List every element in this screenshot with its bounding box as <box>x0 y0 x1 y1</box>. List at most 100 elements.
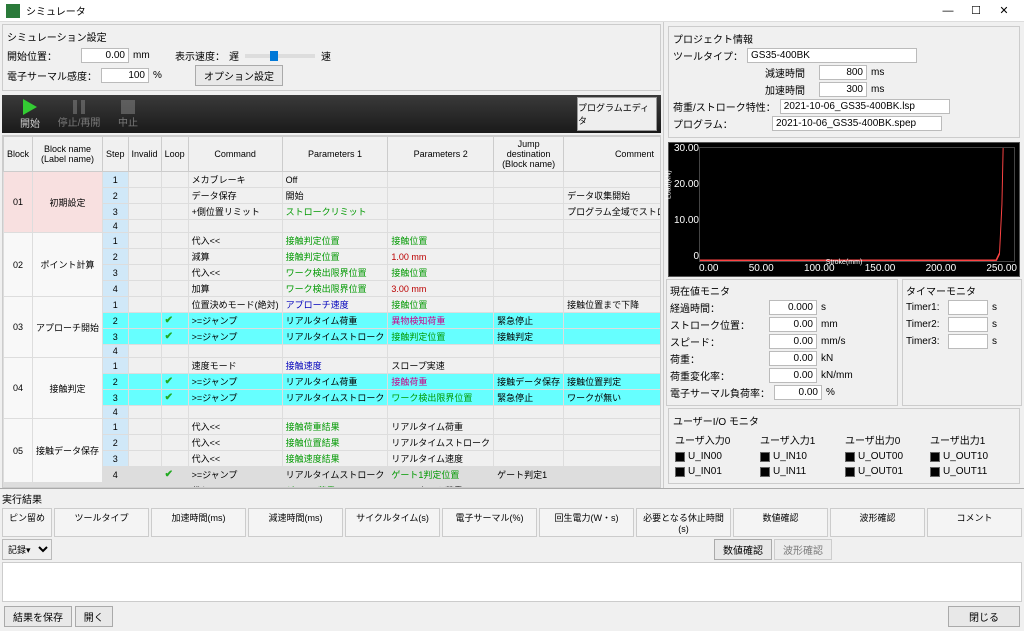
grid-cell[interactable]: >=ジャンプ <box>188 313 282 329</box>
grid-cell[interactable] <box>128 467 161 483</box>
grid-cell[interactable] <box>564 281 661 297</box>
program-editor-button[interactable]: プログラムエディタ <box>577 97 657 131</box>
num-check-button[interactable]: 数値確認 <box>714 539 772 560</box>
grid-cell[interactable]: 緊急停止 <box>494 390 564 406</box>
grid-cell[interactable] <box>494 188 564 204</box>
grid-cell[interactable]: リアルタイムストローク <box>282 390 388 406</box>
grid-cell[interactable] <box>494 265 564 281</box>
decel-input[interactable] <box>819 65 867 80</box>
grid-cell[interactable]: 2 <box>103 249 129 265</box>
grid-cell[interactable] <box>564 435 661 451</box>
grid-cell[interactable]: ワーク検出限界位置 <box>282 265 388 281</box>
grid-cell[interactable]: >=ジャンプ <box>188 374 282 390</box>
grid-cell[interactable]: ✔ <box>161 329 188 345</box>
grid-cell[interactable] <box>564 345 661 358</box>
grid-cell[interactable] <box>128 281 161 297</box>
grid-cell[interactable]: データ収集開始 <box>564 188 661 204</box>
grid-cell[interactable] <box>188 345 282 358</box>
program-grid[interactable]: BlockBlock name (Label name)StepInvalidL… <box>2 135 661 488</box>
grid-cell[interactable]: 3 <box>103 265 129 281</box>
grid-cell[interactable]: 1 <box>103 483 129 489</box>
grid-cell[interactable]: 接触位置結果 <box>282 435 388 451</box>
grid-cell[interactable] <box>128 435 161 451</box>
grid-cell[interactable]: 代入<< <box>188 435 282 451</box>
grid-cell[interactable] <box>161 451 188 467</box>
grid-cell[interactable] <box>564 358 661 374</box>
grid-cell[interactable]: 接触位置まで下降 <box>564 297 661 313</box>
grid-cell[interactable]: 接触速度結果 <box>282 451 388 467</box>
grid-cell[interactable] <box>128 390 161 406</box>
grid-cell[interactable] <box>128 220 161 233</box>
grid-cell[interactable]: リアルタイムストローク <box>282 329 388 345</box>
grid-cell[interactable] <box>128 233 161 249</box>
grid-cell[interactable]: 2 <box>103 374 129 390</box>
grid-cell[interactable]: ワークが無い <box>564 390 661 406</box>
grid-cell[interactable]: ゲート判定1 <box>494 467 564 483</box>
grid-cell[interactable] <box>161 297 188 313</box>
grid-cell[interactable]: プログラム全域でストローク保護 <box>564 204 661 220</box>
grid-cell[interactable] <box>161 419 188 435</box>
grid-cell[interactable]: 3 <box>103 329 129 345</box>
grid-cell[interactable] <box>161 265 188 281</box>
grid-cell[interactable]: リアルタイム速度 <box>388 451 494 467</box>
start-button[interactable]: 開始 <box>6 97 54 131</box>
grid-cell[interactable] <box>161 172 188 188</box>
grid-cell[interactable]: >=ジャンプ <box>188 390 282 406</box>
grid-cell[interactable] <box>161 220 188 233</box>
minimize-button[interactable]: — <box>934 1 962 21</box>
grid-cell[interactable] <box>564 406 661 419</box>
grid-cell[interactable] <box>128 265 161 281</box>
grid-cell[interactable] <box>128 329 161 345</box>
grid-cell[interactable]: メカブレーキ <box>188 172 282 188</box>
grid-cell[interactable] <box>564 467 661 483</box>
grid-cell[interactable]: ✔ <box>161 390 188 406</box>
grid-cell[interactable] <box>128 297 161 313</box>
grid-cell[interactable]: 接触データ保存 <box>494 374 564 390</box>
grid-cell[interactable] <box>388 188 494 204</box>
grid-cell[interactable] <box>161 406 188 419</box>
grid-cell[interactable]: 1 <box>103 297 129 313</box>
grid-cell[interactable]: 3.00 mm <box>388 281 494 297</box>
grid-cell[interactable] <box>128 188 161 204</box>
grid-cell[interactable] <box>494 249 564 265</box>
wave-check-button[interactable]: 波形確認 <box>774 539 832 560</box>
grid-cell[interactable] <box>128 358 161 374</box>
grid-cell[interactable]: 接触速度 <box>282 358 388 374</box>
grid-cell[interactable]: リアルタイムストローク <box>282 467 388 483</box>
grid-cell[interactable]: ✔ <box>161 467 188 483</box>
grid-cell[interactable] <box>388 345 494 358</box>
grid-cell[interactable] <box>128 345 161 358</box>
grid-cell[interactable] <box>564 329 661 345</box>
grid-cell[interactable] <box>388 220 494 233</box>
grid-cell[interactable] <box>161 483 188 489</box>
grid-cell[interactable]: ✔ <box>161 374 188 390</box>
grid-cell[interactable]: 代入<< <box>188 451 282 467</box>
grid-cell[interactable]: 接触位置判定 <box>564 374 661 390</box>
grid-cell[interactable] <box>494 483 564 489</box>
grid-cell[interactable] <box>128 419 161 435</box>
maximize-button[interactable]: ☐ <box>962 1 990 21</box>
speed-slider[interactable] <box>245 54 315 58</box>
grid-cell[interactable]: ストロークリミット <box>282 204 388 220</box>
grid-cell[interactable]: アプローチ速度 <box>282 297 388 313</box>
grid-cell[interactable]: 1 <box>103 419 129 435</box>
grid-cell[interactable]: 接触判定位置 <box>282 249 388 265</box>
grid-cell[interactable]: ワーク検出限界位置 <box>282 281 388 297</box>
grid-cell[interactable] <box>388 172 494 188</box>
grid-cell[interactable] <box>282 345 388 358</box>
grid-cell[interactable]: リアルタイム荷重 <box>282 374 388 390</box>
grid-cell[interactable] <box>494 281 564 297</box>
grid-cell[interactable] <box>494 172 564 188</box>
grid-cell[interactable] <box>128 204 161 220</box>
grid-cell[interactable]: Off <box>282 172 388 188</box>
grid-cell[interactable] <box>494 345 564 358</box>
grid-cell[interactable] <box>494 358 564 374</box>
grid-cell[interactable]: 接触位置 <box>388 233 494 249</box>
grid-cell[interactable]: 2 <box>103 313 129 329</box>
grid-cell[interactable]: ゲート1判定位置 <box>388 467 494 483</box>
grid-cell[interactable]: 1 <box>103 233 129 249</box>
grid-cell[interactable] <box>161 188 188 204</box>
grid-cell[interactable]: 接触判定 <box>494 329 564 345</box>
record-select[interactable]: 記録▾ <box>2 539 52 560</box>
grid-cell[interactable]: 1 <box>103 358 129 374</box>
